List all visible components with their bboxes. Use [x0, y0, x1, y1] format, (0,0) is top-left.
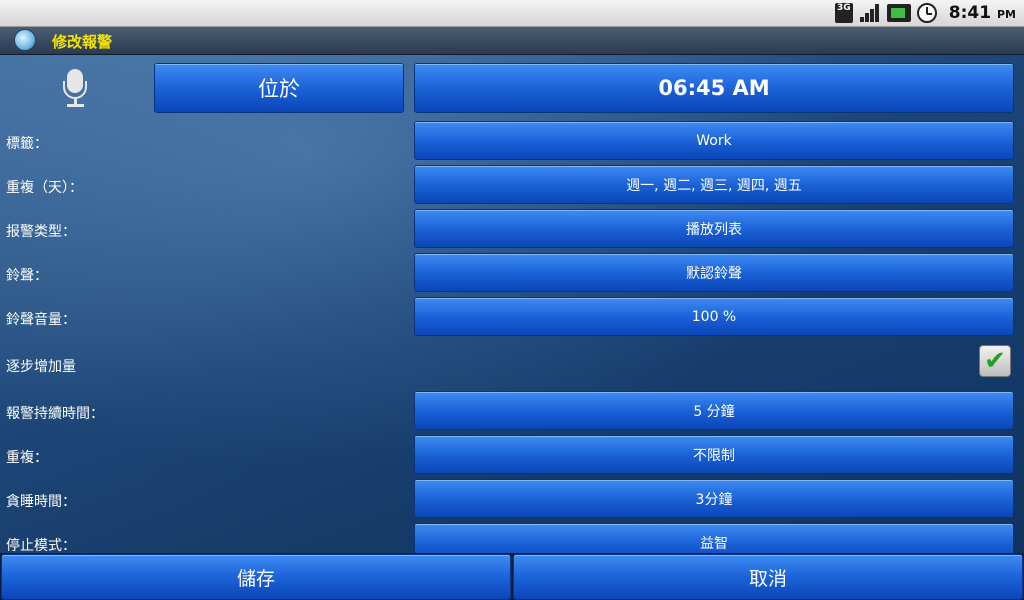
microphone-icon[interactable]: [62, 69, 88, 109]
alarm-clock-icon: [14, 29, 36, 51]
gradual-increase-label: 逐步增加量: [6, 359, 76, 375]
gradual-increase-checkbox[interactable]: ✔: [979, 345, 1011, 377]
alarm-settings-panel: 位於 06:45 AM 標籤： Work 重複（天）： 週一, 週二, 週三, …: [0, 55, 1024, 553]
checkmark-icon: ✔: [984, 346, 1006, 376]
repeat-label: 重複：: [6, 450, 48, 466]
ringtone-volume-button[interactable]: 100 %: [414, 297, 1014, 336]
time-button[interactable]: 06:45 AM: [414, 63, 1014, 113]
snooze-time-button[interactable]: 3分鐘: [414, 479, 1014, 518]
battery-icon: [886, 4, 911, 22]
repeat-button[interactable]: 不限制: [414, 435, 1014, 474]
cancel-button[interactable]: 取消: [513, 554, 1023, 600]
repeat-days-button[interactable]: 週一, 週二, 週三, 週四, 週五: [414, 165, 1014, 204]
ringtone-label: 鈴聲：: [6, 268, 48, 284]
stop-mode-button[interactable]: 益智: [414, 523, 1014, 553]
footer-bar: 儲存 取消: [0, 553, 1024, 600]
status-bar: 3G 8:41 PM: [0, 0, 1024, 27]
stop-mode-label: 停止模式：: [6, 538, 76, 553]
alarm-clock-icon: [916, 3, 937, 23]
label-button[interactable]: Work: [414, 121, 1014, 160]
signal-icon: [859, 3, 881, 23]
alarm-duration-label: 報警持續時間：: [6, 406, 104, 422]
status-time: 8:41 PM: [948, 3, 1016, 23]
repeat-days-label: 重複（天）：: [6, 180, 83, 196]
save-button[interactable]: 儲存: [1, 554, 511, 600]
ringtone-button[interactable]: 默認鈴聲: [414, 253, 1014, 292]
page-title: 修改報警: [52, 33, 113, 51]
title-bar: 修改報警: [0, 27, 1024, 55]
location-button[interactable]: 位於: [154, 63, 404, 113]
label-field-label: 標籤：: [6, 136, 48, 152]
alarm-duration-button[interactable]: 5 分鐘: [414, 391, 1014, 430]
snooze-time-label: 貪睡時間：: [6, 494, 76, 510]
3g-icon: 3G: [834, 3, 853, 23]
ringtone-volume-label: 鈴聲音量：: [6, 312, 76, 328]
alarm-type-label: 报警类型：: [6, 224, 76, 240]
alarm-type-button[interactable]: 播放列表: [414, 209, 1014, 248]
